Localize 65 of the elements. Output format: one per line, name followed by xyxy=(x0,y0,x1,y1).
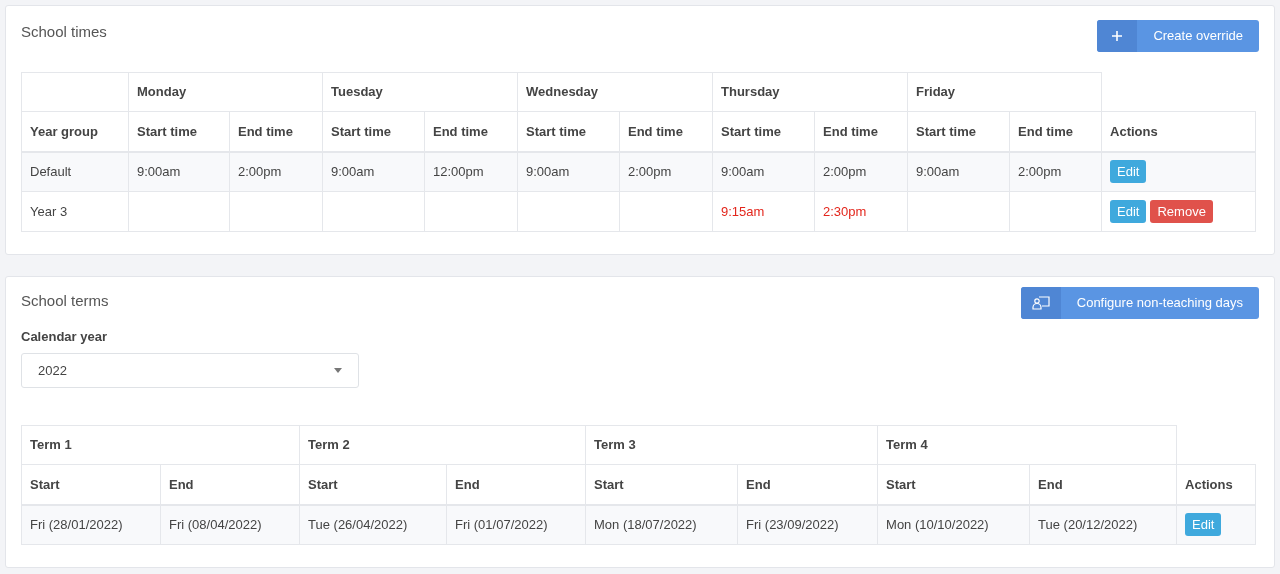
create-override-button[interactable]: Create override xyxy=(1097,20,1259,52)
section-title: School times xyxy=(21,22,107,42)
date-cell: Tue (26/04/2022) xyxy=(308,517,408,532)
caret-icon xyxy=(334,368,342,373)
column-header: End time xyxy=(238,123,293,139)
column-header: Actions xyxy=(1185,476,1233,492)
year-group-cell: Default xyxy=(30,164,72,179)
time-cell: 9:00am xyxy=(721,164,765,179)
column-header: Start xyxy=(886,476,916,492)
time-cell: 2:00pm xyxy=(823,164,867,179)
time-cell: 9:15am xyxy=(721,203,765,219)
column-header: End time xyxy=(433,123,488,139)
time-cell: 9:00am xyxy=(526,164,570,179)
field-label: Calendar year xyxy=(21,327,108,346)
day-header: Monday xyxy=(137,84,187,100)
date-cell: Fri (01/07/2022) xyxy=(455,517,548,532)
column-header: End xyxy=(455,476,480,492)
day-header: Wednesday xyxy=(526,84,598,100)
time-cell: 2:30pm xyxy=(823,203,867,219)
time-cell: 9:00am xyxy=(916,164,960,179)
column-header: Start time xyxy=(526,123,586,139)
time-cell: 12:00pm xyxy=(433,164,484,179)
date-cell: Fri (08/04/2022) xyxy=(169,517,262,532)
term-header: Term 2 xyxy=(308,437,350,453)
date-cell: Mon (10/10/2022) xyxy=(886,517,989,532)
column-header: Start time xyxy=(137,123,197,139)
date-cell: Fri (28/01/2022) xyxy=(30,517,123,532)
day-header: Friday xyxy=(916,84,956,100)
edit-button[interactable]: Edit xyxy=(1110,160,1147,184)
time-cell: 2:00pm xyxy=(628,164,672,179)
year-group-cell: Year 3 xyxy=(30,203,68,219)
column-header: End time xyxy=(823,123,878,139)
edit-button[interactable]: Edit xyxy=(1110,200,1147,223)
time-cell: 9:00am xyxy=(137,164,181,179)
column-header: Start time xyxy=(331,123,391,139)
day-header: Tuesday xyxy=(331,84,383,100)
column-header: End xyxy=(169,476,194,492)
plus-icon xyxy=(1111,30,1124,42)
term-header: Term 3 xyxy=(594,437,636,453)
date-cell: Mon (18/07/2022) xyxy=(594,517,697,532)
configure-button[interactable]: Configure non-teaching days xyxy=(1020,287,1259,319)
column-header: Start xyxy=(594,476,624,492)
column-header: End time xyxy=(1018,123,1073,139)
date-cell: Fri (23/09/2022) xyxy=(746,517,839,532)
column-header: End xyxy=(746,476,771,492)
column-header: Start time xyxy=(721,123,781,139)
date-cell: Tue (20/12/2022) xyxy=(1038,517,1138,532)
column-header: End time xyxy=(628,123,683,139)
year-select[interactable]: 2022 xyxy=(21,353,359,388)
column-header: Start xyxy=(30,476,60,492)
day-header: Thursday xyxy=(721,84,780,100)
column-header: End xyxy=(1038,476,1063,492)
column-header: Start time xyxy=(916,123,976,139)
column-header: Year group xyxy=(30,123,98,139)
time-cell: 2:00pm xyxy=(1018,164,1062,179)
column-header: Start xyxy=(308,476,338,492)
presenter-icon xyxy=(1031,296,1050,310)
remove-button[interactable]: Remove xyxy=(1150,200,1213,223)
time-cell: 9:00am xyxy=(331,164,375,179)
section-title: School terms xyxy=(21,291,110,311)
term-header: Term 1 xyxy=(30,437,72,453)
column-header: Actions xyxy=(1110,123,1158,139)
edit-button[interactable]: Edit xyxy=(1185,513,1222,537)
time-cell: 2:00pm xyxy=(238,164,282,179)
term-header: Term 4 xyxy=(886,437,928,453)
